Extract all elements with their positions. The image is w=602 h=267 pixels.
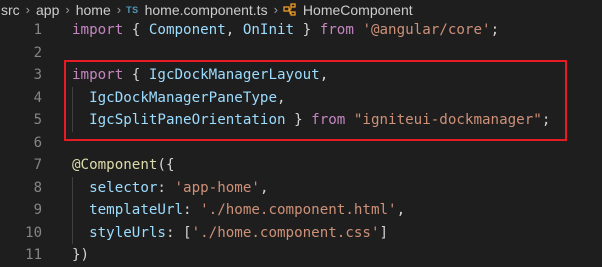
code-token: ; (490, 22, 500, 38)
code-text: templateUrl: './home.component.html', (72, 199, 405, 222)
code-token: OnInit (242, 22, 295, 38)
code-token: : (183, 202, 201, 218)
line-number: 11 (25, 247, 42, 263)
code-text: IgcSplitPaneOrientation } from "igniteui… (72, 109, 550, 132)
code-token: IgcDockManagerPaneType (72, 89, 277, 106)
line-number: 10 (25, 224, 42, 241)
breadcrumb: src › app › home › TS home.component.ts … (0, 0, 602, 19)
line-number: 1 (33, 22, 42, 38)
code-line[interactable]: 1 import { Component, OnInit } from '@ang… (0, 19, 602, 42)
code-text: selector: 'app-home', (72, 177, 268, 200)
code-token: selector (72, 179, 158, 196)
code-line[interactable]: 11}) (0, 244, 602, 267)
code-token: { (123, 22, 149, 38)
breadcrumb-item-src[interactable]: src (0, 2, 21, 18)
code-token: 'app-home' (174, 179, 260, 196)
chevron-right-icon: › (65, 2, 70, 17)
code-text: IgcDockManagerPaneType, (72, 87, 286, 110)
code-line[interactable]: 7 @Component({ (0, 154, 602, 177)
class-symbol-icon (283, 2, 297, 17)
code-token: import (72, 22, 124, 38)
code-token: { (123, 67, 149, 83)
code-line[interactable]: 4 IgcDockManagerPaneType, (0, 86, 602, 110)
breadcrumb-item-app[interactable]: app (35, 2, 60, 18)
code-text: import { IgcDockManagerLayout, (72, 64, 328, 87)
code-token: templateUrl (72, 202, 184, 218)
code-token: './home.component.css' (191, 224, 380, 241)
code-token: from (311, 112, 346, 128)
code-text: import { Component, OnInit } from '@angu… (72, 19, 499, 42)
breadcrumb-item-file[interactable]: home.component.ts (144, 2, 269, 18)
code-token: , (396, 202, 406, 218)
code-token: ({ (157, 157, 175, 173)
code-token: IgcSplitPaneOrientation (72, 112, 286, 128)
code-token: './home.component.html' (200, 202, 397, 218)
code-token: }) (72, 247, 90, 263)
code-token: , (225, 22, 243, 38)
breadcrumb-item-symbol[interactable]: HomeComponent (302, 2, 414, 18)
typescript-file-icon: TS (126, 4, 139, 15)
code-text: @Component({ (72, 154, 175, 177)
line-number: 6 (33, 134, 42, 151)
code-token: , (259, 179, 269, 196)
code-token: styleUrls (72, 224, 166, 241)
code-line[interactable]: 2 (0, 42, 602, 65)
code-token: ; (541, 112, 551, 128)
code-token: Component (148, 22, 226, 38)
code-token: ] (379, 224, 389, 241)
code-token: @ (72, 157, 81, 173)
code-line[interactable]: 3 import { IgcDockManagerLayout, (0, 64, 602, 87)
line-number: 9 (33, 202, 42, 218)
code-token: , (319, 67, 329, 83)
code-token: : (157, 179, 175, 196)
line-number: 4 (33, 89, 42, 106)
line-number: 7 (33, 157, 42, 173)
code-token: } (285, 112, 312, 128)
code-token: Component (80, 157, 158, 173)
code-line[interactable]: 5 IgcSplitPaneOrientation } from "ignite… (0, 109, 602, 132)
code-text: styleUrls: ['./home.component.css'] (72, 222, 388, 245)
code-lines[interactable]: 1 import { Component, OnInit } from '@ang… (0, 19, 602, 267)
code-editor[interactable]: src › app › home › TS home.component.ts … (0, 0, 602, 263)
code-line[interactable]: 8 selector: 'app-home', (0, 176, 602, 200)
breadcrumb-item-home[interactable]: home (75, 2, 112, 18)
line-number: 8 (33, 179, 42, 196)
line-number: 3 (33, 67, 42, 83)
chevron-right-icon: › (25, 2, 31, 17)
line-number: 5 (33, 112, 42, 128)
code-line[interactable]: 9 templateUrl: './home.component.html', (0, 199, 602, 222)
code-line[interactable]: 6 (0, 132, 602, 155)
chevron-right-icon: › (116, 2, 122, 17)
code-token: from (319, 22, 354, 38)
code-token: } (294, 22, 320, 38)
code-token: import (72, 67, 124, 83)
code-token: , (277, 89, 286, 106)
code-token: IgcDockManagerLayout (148, 67, 320, 83)
code-token: '@angular/core' (362, 22, 491, 38)
code-token: : [ (165, 224, 192, 241)
code-line[interactable]: 10 styleUrls: ['./home.component.css'] (0, 221, 602, 245)
line-number: 2 (33, 44, 42, 61)
code-token: "igniteui-dockmanager" (353, 112, 542, 128)
code-text: }) (72, 244, 89, 267)
chevron-right-icon: › (273, 2, 278, 17)
